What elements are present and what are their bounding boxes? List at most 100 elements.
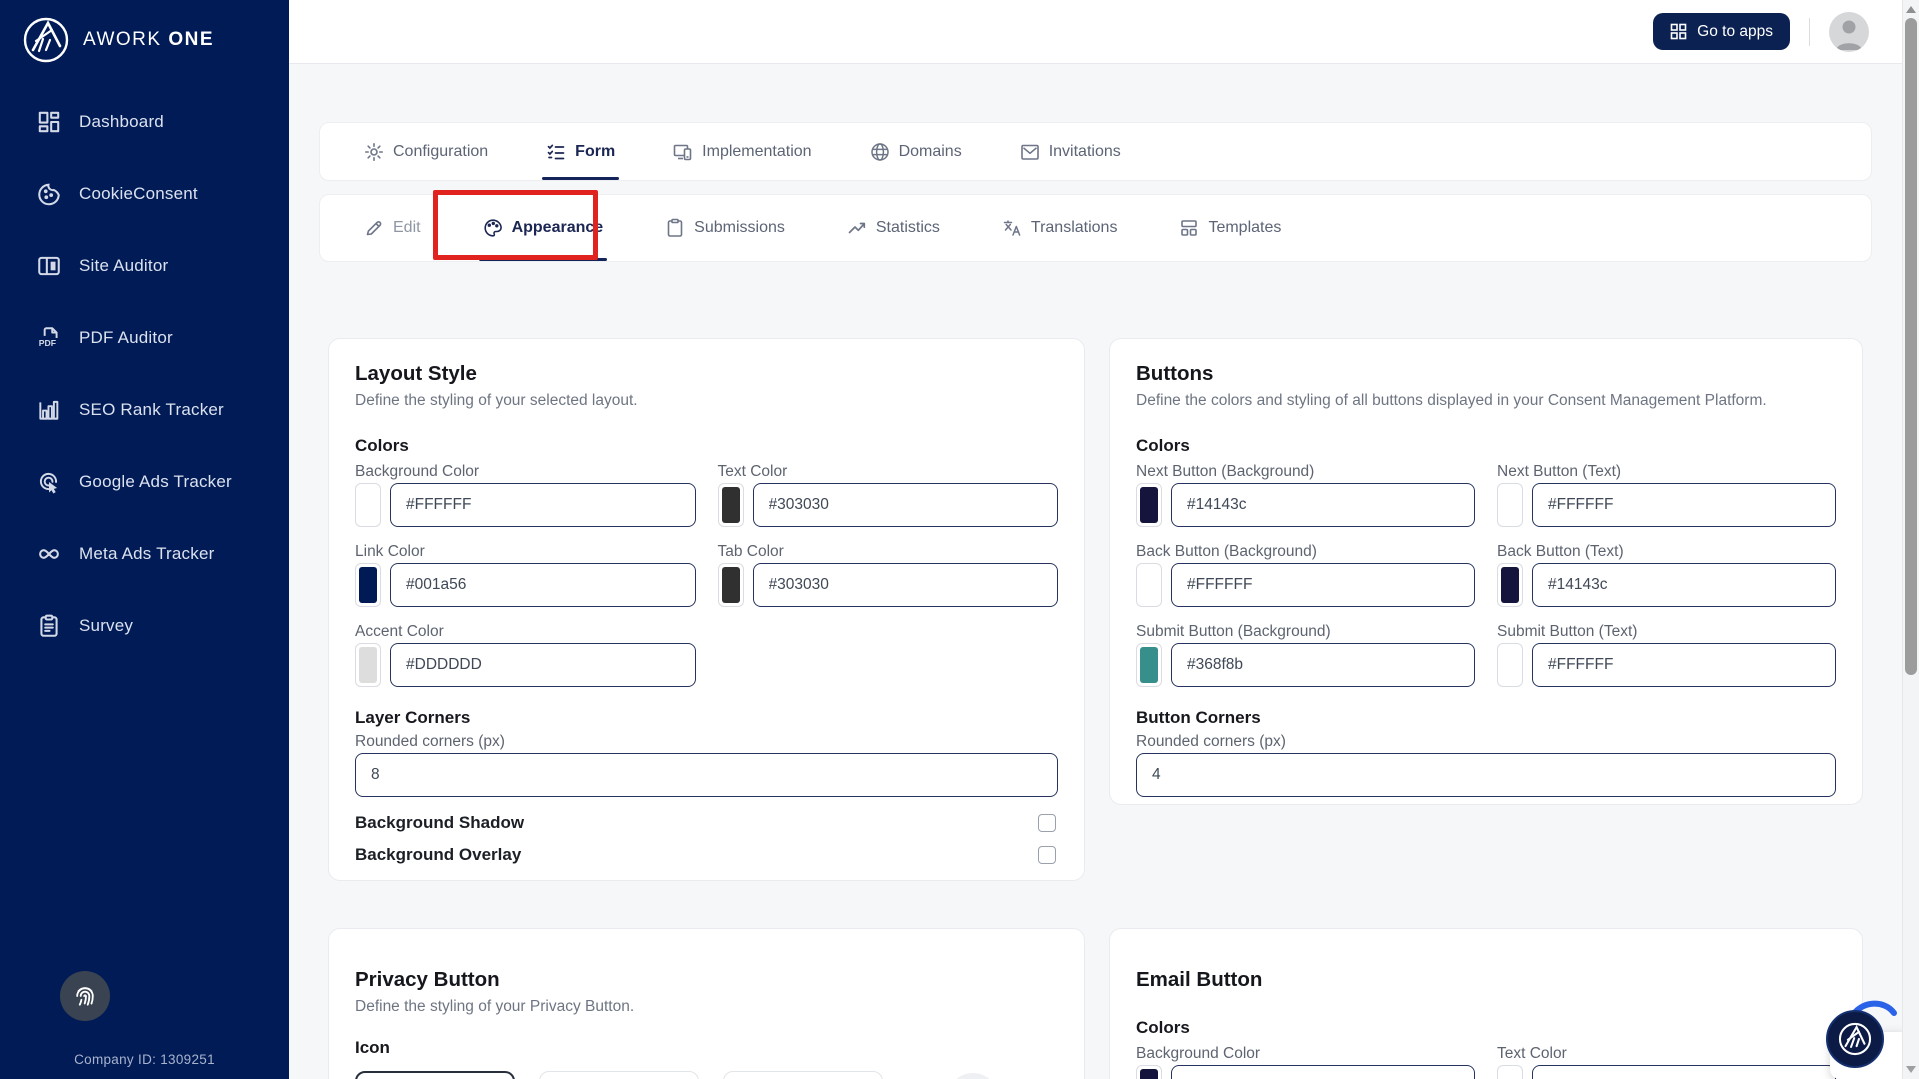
tab-form[interactable]: Form [546,123,615,180]
cookie-icon [36,181,62,207]
tab-domains[interactable]: Domains [870,123,962,180]
scrollbar-down-arrow-icon[interactable] [1906,1066,1916,1073]
field-label: Next Button (Background) [1136,463,1475,480]
company-id: Company ID: 1309251 [0,1052,289,1067]
field-label: Text Color [1497,1045,1836,1062]
privacy-icon-option-faded[interactable] [947,1073,999,1079]
color-swatch[interactable] [1136,643,1162,687]
go-to-apps-button[interactable]: Go to apps [1653,13,1790,50]
pdf-file-icon: PDF [36,325,62,351]
awork-logo-icon [22,16,70,64]
card-title: Buttons [1136,361,1836,387]
svg-text:PDF: PDF [39,338,56,348]
color-swatch[interactable] [718,483,744,527]
field-label: Tab Color [718,543,1059,560]
tab-implementation[interactable]: Implementation [673,123,811,180]
color-input[interactable] [390,643,696,687]
sidebar-item-cookieconsent[interactable]: CookieConsent [0,158,289,230]
sidebar-item-survey[interactable]: Survey [0,590,289,662]
color-input[interactable] [1171,483,1475,527]
tab-invitations[interactable]: Invitations [1020,123,1121,180]
background-overlay-checkbox[interactable] [1038,846,1056,864]
tab-edit[interactable]: Edit [364,195,421,261]
privacy-icon-option-cookie[interactable] [723,1071,883,1079]
sidebar-nav: Dashboard CookieConsent Site Auditor PDF [0,86,289,662]
button-corners-input[interactable] [1136,753,1836,797]
scrollbar-thumb[interactable] [1905,18,1917,675]
color-input[interactable] [390,563,696,607]
sidebar-item-pdf-auditor[interactable]: PDF PDF Auditor [0,302,289,374]
color-input[interactable] [390,483,696,527]
dashboard-grid-icon [36,109,62,135]
sidebar-item-meta-ads-tracker[interactable]: Meta Ads Tracker [0,518,289,590]
rounded-corners-label: Rounded corners (px) [1136,733,1836,750]
layer-corners-input[interactable] [355,753,1058,797]
color-swatch[interactable] [718,563,744,607]
tab-translations[interactable]: Translations [1002,195,1118,261]
color-input[interactable] [1532,483,1836,527]
color-swatch[interactable] [355,483,381,527]
color-swatch[interactable] [355,643,381,687]
layout-style-card: Layout Style Define the styling of your … [328,338,1085,881]
color-input[interactable] [1171,563,1475,607]
color-swatch[interactable] [1136,1065,1162,1079]
color-swatch[interactable] [1497,643,1523,687]
checklist-icon [546,142,566,162]
color-swatch[interactable] [1497,1065,1523,1079]
background-shadow-checkbox[interactable] [1038,814,1056,832]
fingerprint-button[interactable] [60,971,110,1021]
scrollbar[interactable] [1902,0,1919,1079]
sidebar-item-google-ads-tracker[interactable]: Google Ads Tracker [0,446,289,518]
field-label: Background Color [355,463,696,480]
devices-icon [673,142,693,162]
site-window-icon [36,253,62,279]
tab-appearance[interactable]: Appearance [483,195,604,261]
field-email-background-color: Background Color [1136,1045,1475,1079]
field-label: Back Button (Background) [1136,543,1475,560]
tab-submissions[interactable]: Submissions [665,195,785,261]
color-swatch[interactable] [1497,483,1523,527]
top-header: Go to apps [289,0,1919,64]
color-input[interactable] [1171,1065,1475,1079]
tab-configuration[interactable]: Configuration [364,123,488,180]
privacy-icon-option-shield[interactable] [355,1071,515,1079]
privacy-icon-options [355,1071,1058,1079]
card-title: Layout Style [355,361,1058,387]
tab-statistics[interactable]: Statistics [847,195,940,261]
color-swatch[interactable] [1497,563,1523,607]
colors-heading: Colors [355,435,1058,457]
color-swatch[interactable] [1136,563,1162,607]
sidebar-item-seo-rank-tracker[interactable]: SEO Rank Tracker [0,374,289,446]
color-input[interactable] [753,563,1059,607]
scrollbar-up-arrow-icon[interactable] [1906,6,1916,13]
bar-chart-icon [36,397,62,423]
color-swatch-fill [722,567,740,603]
widget-logo-button[interactable] [1826,1010,1884,1068]
color-swatch-fill [359,647,377,683]
field-next-button-background: Next Button (Background) [1136,463,1475,527]
sidebar-item-dashboard[interactable]: Dashboard [0,86,289,158]
color-swatch-fill [1140,487,1158,523]
color-swatch[interactable] [355,563,381,607]
field-text-color: Text Color [718,463,1059,527]
card-subtitle: Define the colors and styling of all but… [1136,391,1836,411]
brand-logo[interactable]: AWORK ONE [0,0,289,64]
color-input[interactable] [1532,643,1836,687]
color-swatch[interactable] [1136,483,1162,527]
user-avatar[interactable] [1829,12,1869,52]
field-label: Text Color [718,463,1059,480]
icon-heading: Icon [355,1037,1058,1059]
color-input[interactable] [753,483,1059,527]
fingerprint-icon [72,983,98,1009]
color-input[interactable] [1532,563,1836,607]
color-input[interactable] [1171,643,1475,687]
sidebar-item-site-auditor[interactable]: Site Auditor [0,230,289,302]
color-swatch-fill [1501,487,1519,523]
layer-corners-heading: Layer Corners [355,707,1058,729]
field-link-color: Link Color [355,543,696,607]
trending-up-icon [847,218,867,238]
privacy-icon-option-clipboard[interactable] [539,1071,699,1079]
color-input[interactable] [1532,1065,1836,1079]
tab-templates[interactable]: Templates [1179,195,1281,261]
floating-widget [1822,997,1912,1079]
